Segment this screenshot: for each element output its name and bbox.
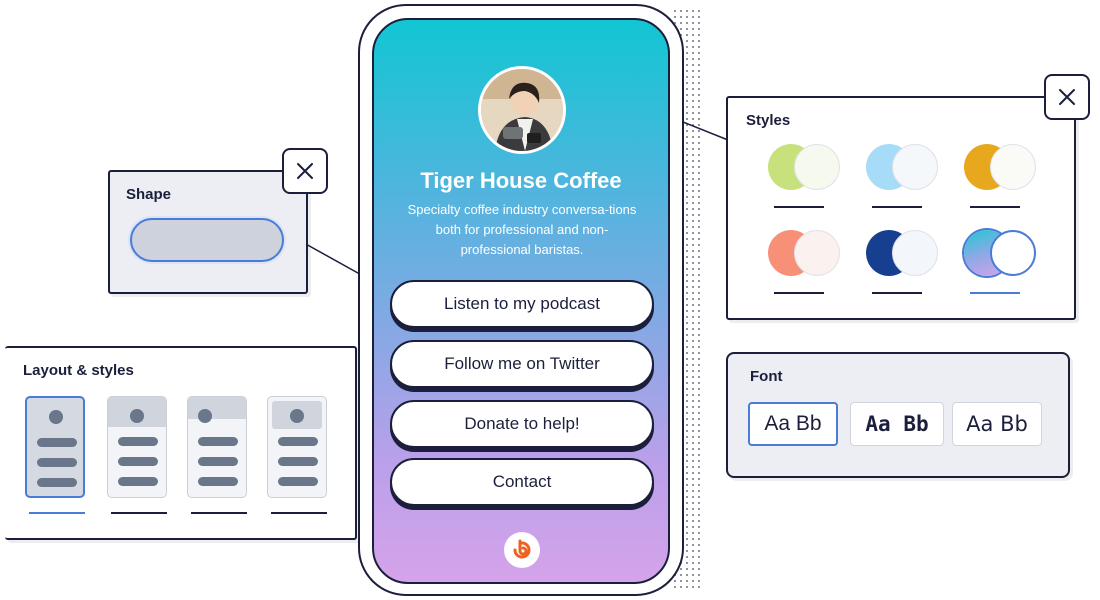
style-swatch-underline bbox=[970, 292, 1020, 294]
layout-link-bar bbox=[37, 458, 77, 467]
profile-bio: Specialty coffee industry conversa-tions… bbox=[407, 202, 637, 257]
layout-panel: Layout & styles bbox=[5, 346, 357, 540]
style-swatch-3[interactable] bbox=[964, 144, 1040, 192]
layout-option-2[interactable] bbox=[107, 396, 167, 498]
layout-avatar-placeholder bbox=[290, 409, 304, 423]
style-swatch-1[interactable] bbox=[768, 144, 844, 192]
swatch-secondary-color bbox=[794, 144, 840, 190]
style-swatch-underline bbox=[872, 206, 922, 208]
swatch-secondary-color bbox=[794, 230, 840, 276]
link-button-donate[interactable]: Donate to help! bbox=[390, 400, 654, 448]
styles-panel-title: Styles bbox=[746, 112, 791, 129]
font-option-mono-bold[interactable]: Aa Bb bbox=[850, 402, 944, 446]
layout-link-bar bbox=[198, 457, 238, 466]
style-swatch-6[interactable] bbox=[964, 230, 1040, 278]
layout-option-3[interactable] bbox=[187, 396, 247, 498]
phone-screen: Tiger House Coffee Specialty coffee indu… bbox=[372, 18, 670, 584]
layout-option-4[interactable] bbox=[267, 396, 327, 498]
shape-panel: Shape bbox=[108, 170, 308, 294]
layout-option-3-underline bbox=[191, 512, 247, 514]
profile-photo bbox=[481, 69, 563, 151]
layout-avatar-placeholder bbox=[130, 409, 144, 423]
layout-link-bar bbox=[198, 477, 238, 486]
font-option-sans[interactable]: Aa Bb bbox=[748, 402, 838, 446]
layout-link-bar bbox=[118, 457, 158, 466]
layout-avatar-placeholder bbox=[49, 410, 63, 424]
styles-panel: Styles bbox=[726, 96, 1076, 320]
styles-panel-close-button[interactable] bbox=[1044, 74, 1090, 120]
style-swatch-underline bbox=[774, 292, 824, 294]
layout-link-bar bbox=[198, 437, 238, 446]
link-button-contact[interactable]: Contact bbox=[390, 458, 654, 506]
bitly-logo bbox=[504, 532, 540, 568]
layout-link-bar bbox=[37, 478, 77, 487]
style-swatch-2[interactable] bbox=[866, 144, 942, 192]
style-swatch-4[interactable] bbox=[768, 230, 844, 278]
close-icon bbox=[297, 163, 313, 179]
style-swatch-5[interactable] bbox=[866, 230, 942, 278]
profile-avatar bbox=[478, 66, 566, 154]
layout-link-bar bbox=[118, 477, 158, 486]
layout-option-4-underline bbox=[271, 512, 327, 514]
layout-avatar-placeholder bbox=[198, 409, 212, 423]
font-option-rounded[interactable]: Aa Bb bbox=[952, 402, 1042, 446]
close-icon bbox=[1059, 89, 1075, 105]
swatch-secondary-color bbox=[990, 230, 1036, 276]
link-button-podcast[interactable]: Listen to my podcast bbox=[390, 280, 654, 328]
shape-panel-close-button[interactable] bbox=[282, 148, 328, 194]
shape-panel-title: Shape bbox=[126, 186, 172, 203]
style-swatch-underline bbox=[970, 206, 1020, 208]
layout-option-2-underline bbox=[111, 512, 167, 514]
swatch-secondary-color bbox=[892, 144, 938, 190]
font-panel-title: Font bbox=[750, 368, 783, 385]
layout-link-bar bbox=[278, 477, 318, 486]
style-swatch-underline bbox=[872, 292, 922, 294]
font-panel: Font Aa Bb Aa Bb Aa Bb bbox=[726, 352, 1070, 478]
profile-name: Tiger House Coffee bbox=[420, 168, 622, 193]
swatch-secondary-color bbox=[892, 230, 938, 276]
layout-panel-title: Layout & styles bbox=[23, 362, 134, 379]
layout-option-1-underline bbox=[29, 512, 85, 514]
layout-option-1[interactable] bbox=[25, 396, 85, 498]
bitly-logo-icon bbox=[513, 539, 531, 559]
layout-link-bar bbox=[118, 437, 158, 446]
swatch-secondary-color bbox=[990, 144, 1036, 190]
layout-link-bar bbox=[278, 437, 318, 446]
layout-link-bar bbox=[278, 457, 318, 466]
layout-header-band bbox=[188, 397, 246, 419]
link-button-twitter[interactable]: Follow me on Twitter bbox=[390, 340, 654, 388]
style-swatch-underline bbox=[774, 206, 824, 208]
layout-link-bar bbox=[37, 438, 77, 447]
shape-option-pill[interactable] bbox=[130, 218, 284, 262]
